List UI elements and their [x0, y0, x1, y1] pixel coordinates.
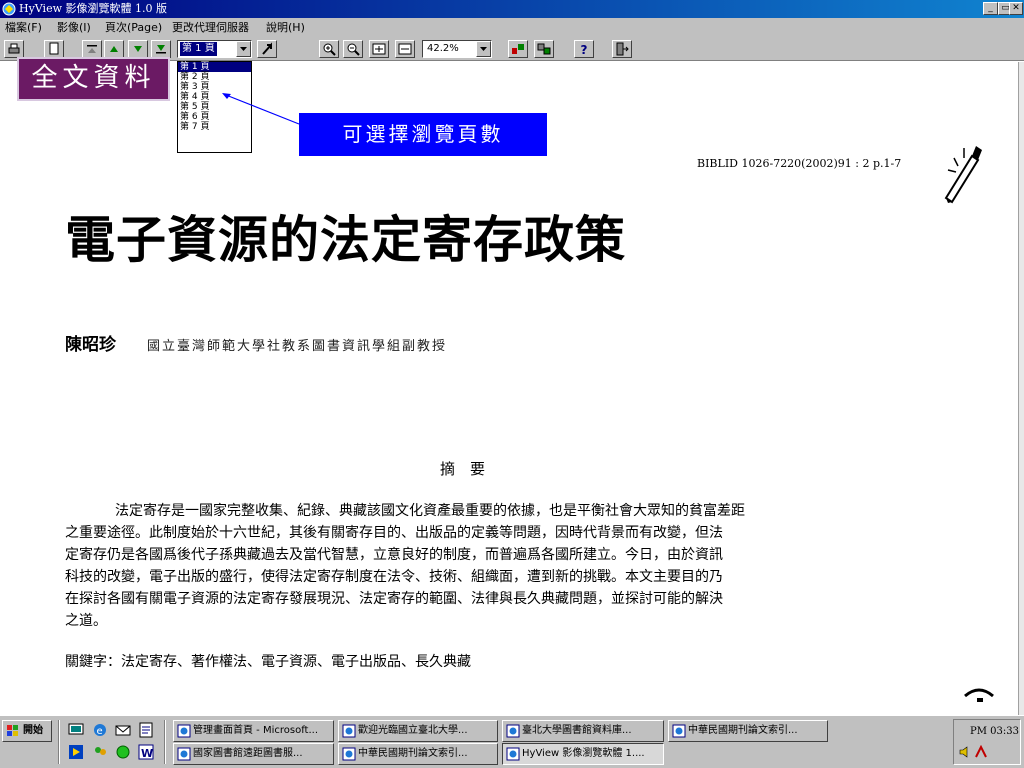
window-app-icon: [506, 747, 520, 761]
taskbar-button[interactable]: 歡迎光臨國立臺北大學...: [338, 720, 498, 742]
taskbar-button-label: 管理畫面首頁 - Microsoft...: [193, 725, 319, 736]
zoom-in-icon: [323, 43, 336, 56]
chevron-down-icon: [480, 47, 487, 51]
callout-arrow: [222, 93, 300, 125]
keywords: 關鍵字：法定寄存、著作權法、電子資源、電子出版品、長久典藏: [65, 654, 471, 670]
window-app-icon: [506, 724, 520, 738]
internet-explorer-icon[interactable]: e: [92, 722, 108, 738]
image-tool-button-1[interactable]: [508, 40, 528, 58]
close-button[interactable]: ✕: [1009, 2, 1023, 15]
window-app-icon: [342, 747, 356, 761]
taskbar-button-label: 中華民國期刊論文索引...: [688, 725, 798, 736]
word-icon[interactable]: W: [138, 744, 154, 760]
help-button[interactable]: ?: [574, 40, 594, 58]
taskbar-button[interactable]: 中華民國期刊論文索引...: [338, 743, 498, 765]
taskbar-button-label: 臺北大學圖書館資料庫...: [522, 725, 632, 736]
chat-icon[interactable]: [92, 744, 108, 760]
fit-page-icon: [372, 43, 386, 55]
window-app-icon: [342, 724, 356, 738]
start-label: 開始: [23, 725, 43, 736]
zoom-select-value: 42.2%: [427, 43, 459, 54]
svg-text:e: e: [97, 726, 103, 737]
notepad-icon[interactable]: [138, 722, 154, 738]
zoom-select-arrow[interactable]: [476, 41, 491, 57]
abstract-line: 定寄存仍是各國爲後代子孫典藏過去及當代智慧，立意良好的制度，而普遍爲各國所建立。…: [65, 547, 723, 563]
window-app-icon: [672, 724, 686, 738]
image-compare-icon: [537, 43, 551, 55]
taskbar-separator: [164, 720, 166, 764]
network-icon[interactable]: [974, 745, 988, 759]
author-affiliation: 國立臺灣師範大學社教系圖書資訊學組副教授: [147, 339, 448, 354]
taskbar-button[interactable]: 管理畫面首頁 - Microsoft...: [173, 720, 334, 742]
fit-width-icon: [398, 43, 412, 55]
abstract-line: 之道。: [65, 613, 107, 629]
taskbar-button[interactable]: 中華民國期刊論文索引...: [668, 720, 828, 742]
exit-button[interactable]: [612, 40, 632, 58]
fit-page-button[interactable]: [369, 40, 389, 58]
page-select-callout: 可選擇瀏覽頁數: [299, 113, 547, 156]
fit-width-button[interactable]: [395, 40, 415, 58]
taskbar-button[interactable]: HyView 影像瀏覽軟體 1....: [502, 743, 664, 765]
window-app-icon: [177, 724, 191, 738]
media-player-icon[interactable]: [68, 744, 84, 760]
vertical-scrollbar[interactable]: [1018, 62, 1024, 715]
question-mark-icon: ?: [581, 43, 588, 56]
svg-text:W: W: [141, 747, 153, 760]
taskbar-button[interactable]: 臺北大學圖書館資料庫...: [502, 720, 664, 742]
image-settings-icon: [512, 44, 524, 54]
system-tray: PM 03:33: [953, 719, 1021, 765]
desktop-icon[interactable]: [68, 722, 84, 738]
zoom-select[interactable]: 42.2%: [422, 40, 492, 58]
pen-icon: [944, 146, 982, 204]
taskbar: 開始 e W PM 03:33 管理畫面首頁 - Microsoft... 歡迎光…: [0, 715, 1024, 768]
taskbar-separator: [58, 720, 60, 764]
abstract-line: 在探討各國有關電子資源的法定寄存發展現況、法定寄存的範圍、法律與長久典藏問題，並…: [65, 591, 723, 607]
page-corner-mark: [964, 688, 994, 702]
abstract-line: 之重要途徑。此制度始於十六世紀，其後有關寄存目的、出版品的定義等問題，因時代背景…: [65, 525, 723, 541]
minimize-button[interactable]: _: [983, 2, 998, 15]
update-icon[interactable]: [115, 744, 131, 760]
exit-door-icon: [616, 42, 629, 56]
zoom-out-button[interactable]: [343, 40, 363, 58]
speaker-icon[interactable]: [958, 745, 972, 759]
abstract-heading: 摘 要: [440, 460, 486, 478]
taskbar-button-label: HyView 影像瀏覽軟體 1....: [522, 748, 645, 759]
paper-title: 電子資源的法定寄存政策: [65, 210, 626, 269]
windows-logo-icon: [7, 725, 18, 736]
abstract-body: 法定寄存是一國家完整收集、紀錄、典藏該國文化資產最重要的依據，也是平衡社會大眾知…: [65, 500, 895, 632]
biblid-text: BIBLID 1026-7220(2002)91 : 2 p.1-7: [697, 157, 902, 170]
outlook-icon[interactable]: [115, 722, 131, 738]
abstract-line: 法定寄存是一國家完整收集、紀錄、典藏該國文化資產最重要的依據，也是平衡社會大眾知…: [115, 503, 745, 519]
taskbar-button-label: 歡迎光臨國立臺北大學...: [358, 725, 468, 736]
window-app-icon: [177, 747, 191, 761]
abstract-line: 科技的改變，電子出版的盛行，使得法定寄存制度在法令、技術、組織面，遭到新的挑戰。…: [65, 569, 723, 585]
zoom-out-icon: [347, 43, 360, 56]
clock[interactable]: PM 03:33: [970, 726, 1019, 737]
taskbar-button-label: 中華民國期刊論文索引...: [358, 748, 468, 759]
zoom-in-button[interactable]: [319, 40, 339, 58]
image-tool-button-2[interactable]: [534, 40, 554, 58]
taskbar-button[interactable]: 國家圖書館遠距圖書服...: [173, 743, 334, 765]
taskbar-button-label: 國家圖書館遠距圖書服...: [193, 748, 303, 759]
author-name: 陳昭珍: [65, 335, 116, 355]
start-button[interactable]: 開始: [2, 720, 52, 742]
document-view[interactable]: BIBLID 1026-7220(2002)91 : 2 p.1-7 電子資源的…: [0, 62, 1024, 715]
svg-text:?: ?: [581, 43, 588, 56]
